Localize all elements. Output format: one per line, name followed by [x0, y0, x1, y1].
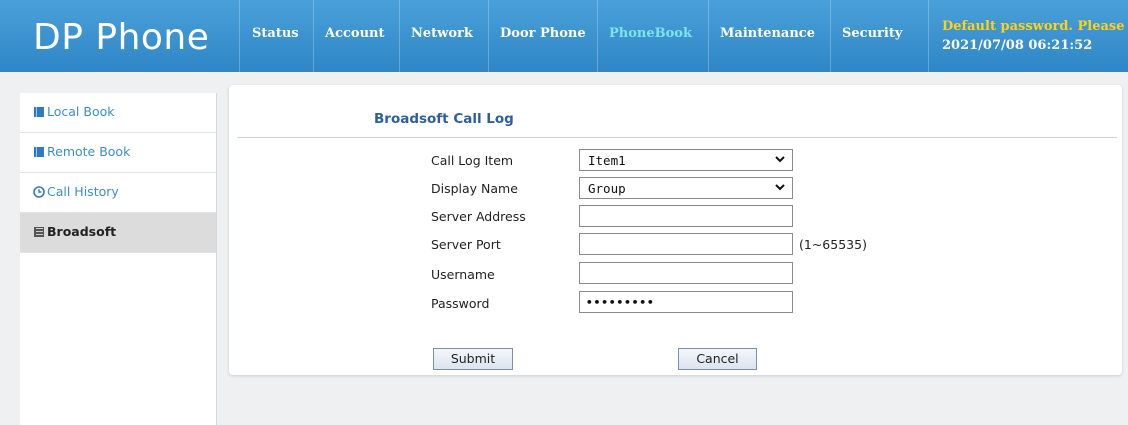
nav-divider [399, 0, 400, 72]
display-name-select[interactable]: Group [579, 177, 793, 199]
book-icon [34, 107, 44, 117]
clock-icon [33, 186, 45, 198]
select-value: Group [588, 181, 626, 196]
sidebar-item-broadsoft[interactable]: Broadsoft [20, 213, 216, 253]
nav-divider [708, 0, 709, 72]
sidebar-item-label: Broadsoft [47, 224, 117, 239]
nav-divider [928, 0, 929, 72]
book-icon [34, 227, 44, 237]
sidebar-item-local-book[interactable]: Local Book [20, 93, 216, 133]
password-label: Password [431, 296, 490, 311]
call-log-item-select[interactable]: Item1 [579, 149, 793, 171]
sidebar-item-label: Local Book [47, 104, 115, 119]
header-datetime: 2021/07/08 06:21:52 [942, 38, 1093, 53]
nav-door-phone[interactable]: Door Phone [500, 26, 586, 41]
select-value: Item1 [588, 153, 626, 168]
top-header: DP Phone Status Account Network Door Pho… [0, 0, 1128, 72]
nav-network[interactable]: Network [411, 26, 473, 41]
server-address-input[interactable] [579, 205, 793, 227]
sidebar-item-label: Call History [47, 184, 119, 199]
nav-account[interactable]: Account [325, 26, 385, 41]
username-label: Username [431, 267, 495, 282]
password-input[interactable]: ••••••••• [579, 291, 793, 313]
nav-security[interactable]: Security [842, 26, 902, 41]
sidebar-item-label: Remote Book [47, 144, 131, 159]
nav-divider [597, 0, 598, 72]
call-log-item-label: Call Log Item [431, 153, 514, 168]
username-input[interactable] [579, 262, 793, 284]
submit-button[interactable]: Submit [433, 348, 513, 370]
nav-phonebook[interactable]: PhoneBook [609, 26, 692, 41]
server-port-range-hint: (1~65535) [799, 237, 867, 252]
sidebar: Local Book Remote Book Call History Broa… [20, 93, 217, 425]
sidebar-item-call-history[interactable]: Call History [20, 173, 216, 213]
content-panel: Broadsoft Call Log Call Log Item Item1 D… [229, 85, 1122, 375]
default-password-warning[interactable]: Default password. Please [942, 17, 1124, 36]
display-name-label: Display Name [431, 181, 518, 196]
nav-divider [488, 0, 489, 72]
nav-status[interactable]: Status [252, 26, 299, 41]
server-address-label: Server Address [431, 209, 526, 224]
header-status: Default password. Please 2021/07/08 06:2… [942, 17, 1124, 55]
nav-divider [239, 0, 240, 72]
server-port-input[interactable] [579, 233, 793, 255]
page-title: Broadsoft Call Log [374, 111, 514, 127]
sidebar-item-remote-book[interactable]: Remote Book [20, 133, 216, 173]
book-icon [34, 147, 44, 157]
cancel-button[interactable]: Cancel [678, 348, 757, 370]
nav-divider [313, 0, 314, 72]
chevron-down-icon [775, 184, 785, 191]
nav-maintenance[interactable]: Maintenance [720, 26, 815, 41]
nav-divider [830, 0, 831, 72]
app-logo: DP Phone [33, 17, 210, 58]
server-port-label: Server Port [431, 237, 501, 252]
chevron-down-icon [775, 156, 785, 163]
title-divider [237, 137, 1117, 138]
